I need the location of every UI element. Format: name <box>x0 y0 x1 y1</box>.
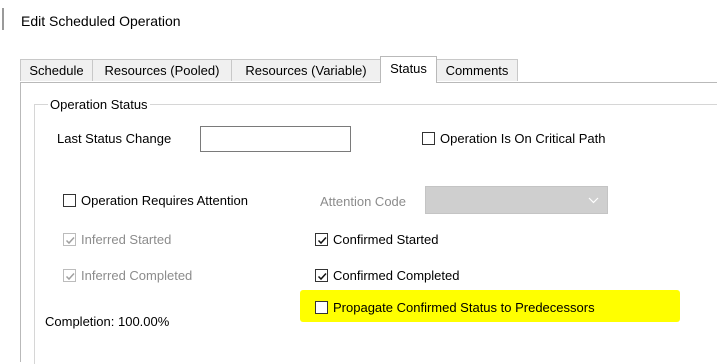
critical-path-checkbox[interactable]: Operation Is On Critical Path <box>422 131 632 147</box>
last-status-change-input[interactable] <box>200 126 351 152</box>
inferred-started-label: Inferred Started <box>81 232 172 247</box>
checkbox-box <box>63 233 76 246</box>
tab-status[interactable]: Status <box>380 56 437 83</box>
checkmark-icon <box>317 236 327 245</box>
tab-comments[interactable]: Comments <box>436 59 518 81</box>
checkbox-box <box>63 269 76 282</box>
chevron-down-icon <box>588 197 599 204</box>
requires-attention-checkbox[interactable]: Operation Requires Attention <box>63 193 273 209</box>
checkmark-icon <box>65 236 75 245</box>
attention-code-select[interactable] <box>425 186 608 214</box>
tab-resources-pooled[interactable]: Resources (Pooled) <box>92 59 232 81</box>
window-edge <box>0 0 4 30</box>
propagate-status-checkbox[interactable]: Propagate Confirmed Status to Predecesso… <box>315 300 645 316</box>
confirmed-completed-label: Confirmed Completed <box>333 268 460 283</box>
confirmed-started-checkbox[interactable]: Confirmed Started <box>315 232 465 248</box>
tab-schedule[interactable]: Schedule <box>20 59 93 81</box>
requires-attention-label: Operation Requires Attention <box>81 193 248 208</box>
checkmark-icon <box>65 272 75 281</box>
confirmed-started-label: Confirmed Started <box>333 232 439 247</box>
inferred-completed-checkbox[interactable]: Inferred Completed <box>63 268 223 284</box>
critical-path-label: Operation Is On Critical Path <box>440 131 606 146</box>
attention-code-label: Attention Code <box>320 194 407 209</box>
checkbox-box <box>315 269 328 282</box>
last-status-change-label: Last Status Change <box>57 131 172 146</box>
completion-text: Completion: 100.00% <box>45 314 170 329</box>
group-label: Operation Status <box>48 97 150 112</box>
checkmark-icon <box>317 272 327 281</box>
checkbox-box <box>422 132 435 145</box>
inferred-started-checkbox[interactable]: Inferred Started <box>63 232 213 248</box>
checkbox-box <box>315 301 328 314</box>
propagate-status-label: Propagate Confirmed Status to Predecesso… <box>333 300 595 315</box>
inferred-completed-label: Inferred Completed <box>81 268 193 283</box>
checkbox-box <box>315 233 328 246</box>
tab-resources-variable[interactable]: Resources (Variable) <box>231 59 381 81</box>
confirmed-completed-checkbox[interactable]: Confirmed Completed <box>315 268 485 284</box>
dialog-title: Edit Scheduled Operation <box>21 13 181 29</box>
checkbox-box <box>63 194 76 207</box>
